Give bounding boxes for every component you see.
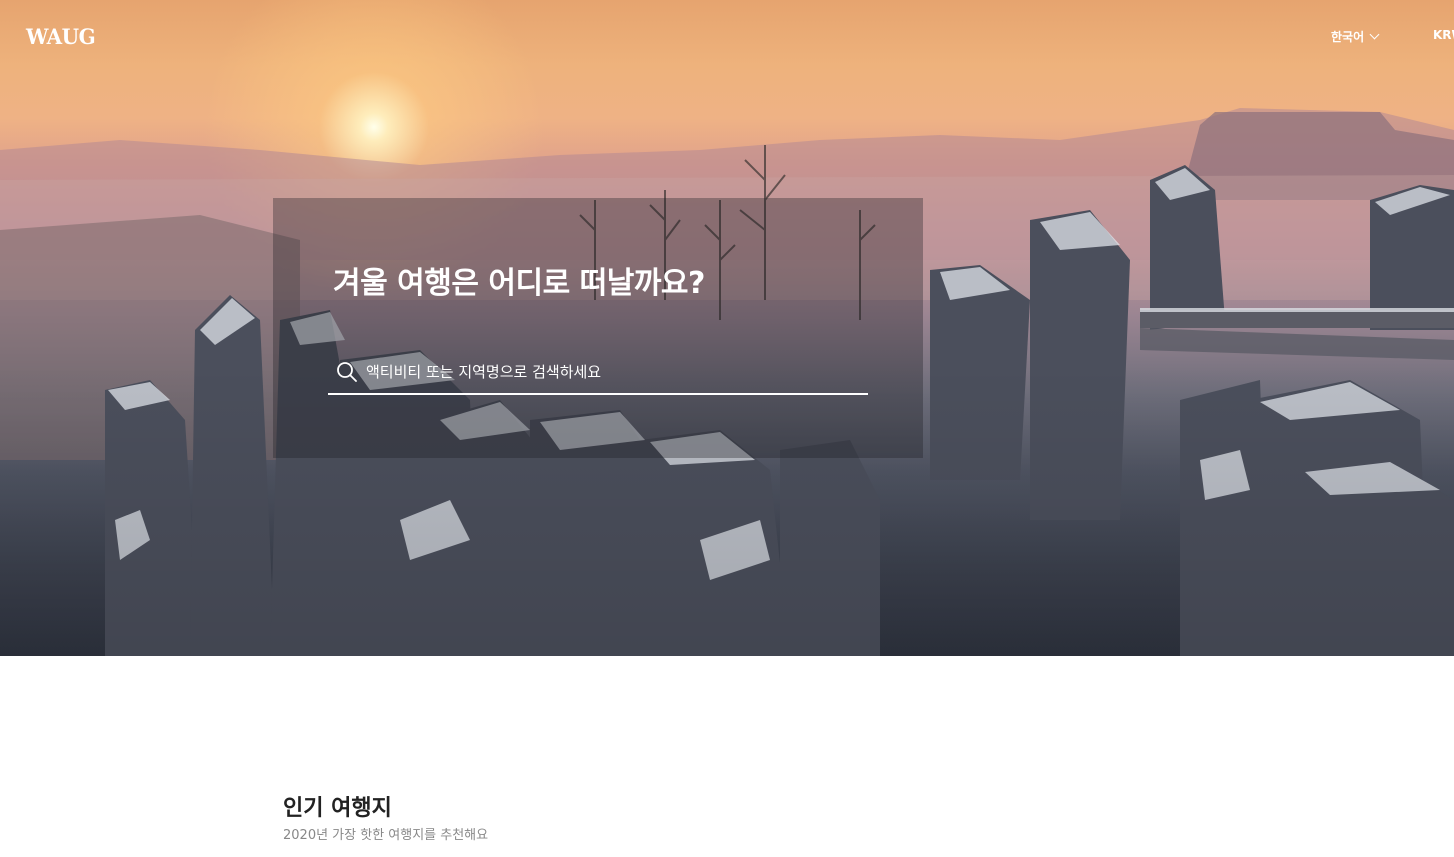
chevron-down-icon <box>1369 29 1380 40</box>
currency-selector[interactable]: KRW <box>1433 28 1454 42</box>
search-box[interactable] <box>328 350 868 395</box>
language-selector[interactable]: 한국어 <box>1331 28 1380 45</box>
search-icon[interactable] <box>336 361 358 383</box>
section-subtitle: 2020년 가장 핫한 여행지를 추천해요 <box>283 828 489 843</box>
hero-title: 겨울 여행은 어디로 떠날까요? <box>333 266 705 301</box>
waug-logo[interactable]: WAUG <box>26 24 96 49</box>
hero-banner: WAUG 한국어 KRW 겨울 여행은 어디로 떠날까요? <box>0 0 1454 656</box>
section-title: 인기 여행지 <box>283 796 392 821</box>
search-panel: 겨울 여행은 어디로 떠날까요? <box>273 198 923 458</box>
language-label: 한국어 <box>1331 30 1365 44</box>
search-input[interactable] <box>366 362 846 381</box>
